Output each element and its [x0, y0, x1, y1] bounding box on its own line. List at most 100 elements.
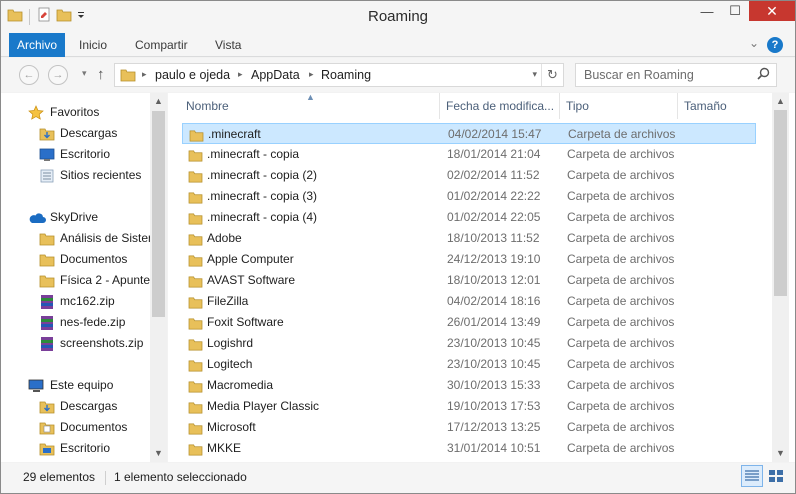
documents-folder-icon: [39, 421, 55, 435]
nav-item-mc162-zip[interactable]: mc162.zip: [1, 291, 151, 312]
nav-item-equipo-descargas[interactable]: Descargas: [1, 396, 151, 417]
tab-archivo[interactable]: Archivo: [9, 33, 65, 57]
expand-ribbon-chevron-icon[interactable]: ⌄: [749, 36, 759, 50]
file-row[interactable]: Foxit Software 26/01/2014 13:49 Carpeta de…: [182, 312, 756, 333]
scrollbar-thumb[interactable]: [774, 110, 787, 296]
help-icon[interactable]: ?: [767, 37, 783, 53]
tab-vista[interactable]: Vista: [215, 33, 241, 57]
ribbon-tabs: Archivo Inicio Compartir Vista ⌄ ?: [1, 33, 795, 57]
folder-icon: [189, 128, 204, 142]
column-header-type[interactable]: Tipo: [562, 93, 678, 119]
file-date: 18/01/2014 21:04: [447, 147, 541, 161]
details-view-icon: [745, 470, 759, 481]
file-date: 04/02/2014 15:47: [448, 127, 542, 141]
breadcrumb-appdata[interactable]: AppData: [251, 68, 300, 82]
breadcrumb-arrow-icon[interactable]: ▸: [309, 69, 314, 80]
nav-item-nes-fede-zip[interactable]: nes-fede.zip: [1, 312, 151, 333]
file-row[interactable]: .minecraft - copia (2) 02/02/2014 11:52 Ca…: [182, 165, 756, 186]
title-bar[interactable]: Roaming — ☐ ✕: [1, 1, 795, 33]
file-row[interactable]: AVAST Software 18/10/2013 12:01 Carpeta de…: [182, 270, 756, 291]
nav-item-descargas[interactable]: Descargas: [1, 123, 151, 144]
star-icon: [28, 105, 44, 120]
file-row[interactable]: Adobe 18/10/2013 11:52 Carpeta de archivos: [182, 228, 756, 249]
nav-item-skydrive[interactable]: SkyDrive: [1, 207, 151, 228]
nav-item-sitios-recientes[interactable]: Sitios recientes: [1, 165, 151, 186]
search-box[interactable]: Buscar en Roaming: [575, 63, 777, 87]
file-date: 23/10/2013 10:45: [447, 357, 541, 371]
zip-archive-icon: [39, 316, 55, 330]
search-input[interactable]: Buscar en Roaming: [584, 68, 694, 82]
nav-item-este-equipo[interactable]: Este equipo: [1, 375, 151, 396]
nav-item-documentos[interactable]: Documentos: [1, 249, 151, 270]
nav-item-equipo-escritorio[interactable]: Escritorio: [1, 438, 151, 459]
scroll-down-icon[interactable]: ▼: [772, 445, 789, 462]
maximize-button[interactable]: ☐: [721, 1, 749, 21]
file-name: .minecraft - copia (4): [207, 210, 318, 224]
breadcrumb-arrow-icon[interactable]: ▸: [142, 69, 147, 80]
large-icons-view-button[interactable]: [765, 465, 787, 487]
recent-locations-dropdown-icon[interactable]: ▾: [82, 68, 87, 79]
scroll-up-icon[interactable]: ▲: [772, 93, 789, 110]
tab-compartir[interactable]: Compartir: [135, 33, 188, 57]
column-header-name[interactable]: Nombre: [182, 93, 440, 119]
nav-item-fisica[interactable]: Física 2 - Apunte: [1, 270, 151, 291]
file-name: .minecraft: [208, 127, 261, 141]
minimize-button[interactable]: —: [693, 1, 721, 21]
file-row[interactable]: .minecraft 04/02/2014 15:47 Carpeta de arc…: [182, 123, 756, 144]
file-row[interactable]: Logitech 23/10/2013 10:45 Carpeta de archi…: [182, 354, 756, 375]
file-type: Carpeta de archivos: [567, 273, 675, 287]
breadcrumb-arrow-icon[interactable]: ▸: [238, 69, 243, 80]
address-history-dropdown-icon[interactable]: ▾: [532, 69, 537, 80]
nav-item-favoritos[interactable]: Favoritos: [1, 102, 151, 123]
file-date: 02/02/2014 11:52: [447, 168, 540, 182]
file-row[interactable]: Macromedia 30/10/2013 15:33 Carpeta de arc…: [182, 375, 756, 396]
file-row[interactable]: Logishrd 23/10/2013 10:45 Carpeta de archi…: [182, 333, 756, 354]
tab-inicio[interactable]: Inicio: [79, 33, 107, 57]
skydrive-cloud-icon: [28, 211, 46, 225]
file-list-scrollbar[interactable]: ▲ ▼: [772, 93, 789, 462]
file-row[interactable]: MKKE 31/01/2014 10:51 Carpeta de archivos: [182, 438, 756, 459]
nav-pane-scrollbar[interactable]: ▲ ▼: [150, 93, 167, 462]
scroll-up-icon[interactable]: ▲: [150, 93, 167, 110]
file-row[interactable]: .minecraft - copia 18/01/2014 21:04 Carpet…: [182, 144, 756, 165]
file-date: 31/01/2014 10:51: [447, 441, 541, 455]
refresh-icon[interactable]: ↻: [541, 64, 563, 86]
back-button[interactable]: ←: [19, 65, 39, 85]
file-name: Microsoft: [207, 420, 256, 434]
scroll-down-icon[interactable]: ▼: [150, 445, 167, 462]
search-icon[interactable]: [757, 67, 770, 83]
file-type: Carpeta de archivos: [567, 189, 675, 203]
column-header-size[interactable]: Tamaño: [680, 93, 762, 119]
file-name: Apple Computer: [207, 252, 294, 266]
file-row[interactable]: Microsoft 17/12/2013 13:25 Carpeta de arch…: [182, 417, 756, 438]
file-type: Carpeta de archivos: [567, 210, 675, 224]
details-view-button[interactable]: [741, 465, 763, 487]
file-date: 17/12/2013 13:25: [447, 420, 541, 434]
file-row[interactable]: Media Player Classic 19/10/2013 17:53 Carp…: [182, 396, 756, 417]
address-bar[interactable]: ▸ paulo e ojeda ▸ AppData ▸ Roaming ▾ ↻: [114, 63, 564, 87]
file-name: AVAST Software: [207, 273, 296, 287]
folder-icon: [188, 211, 203, 225]
scrollbar-thumb[interactable]: [152, 111, 165, 317]
file-row[interactable]: Apple Computer 24/12/2013 19:10 Carpeta de…: [182, 249, 756, 270]
nav-item-equipo-documentos[interactable]: Documentos: [1, 417, 151, 438]
forward-button[interactable]: →: [48, 65, 68, 85]
nav-item-analisis[interactable]: Análisis de Sisten: [1, 228, 151, 249]
folder-icon: [188, 169, 203, 183]
file-row[interactable]: .minecraft - copia (3) 01/02/2014 22:22 Ca…: [182, 186, 756, 207]
status-separator: [105, 471, 106, 485]
file-name: FileZilla: [207, 294, 249, 308]
file-row[interactable]: .minecraft - copia (4) 01/02/2014 22:05 Ca…: [182, 207, 756, 228]
computer-icon: [28, 379, 44, 393]
folder-icon: [188, 295, 203, 309]
nav-item-screenshots-zip[interactable]: screenshots.zip: [1, 333, 151, 354]
column-header-date[interactable]: Fecha de modifica...: [442, 93, 560, 119]
close-button[interactable]: ✕: [749, 1, 795, 21]
up-button[interactable]: ↑: [97, 66, 105, 83]
file-date: 01/02/2014 22:05: [447, 210, 541, 224]
file-row[interactable]: FileZilla 04/02/2014 18:16 Carpeta de arch…: [182, 291, 756, 312]
breadcrumb-paulo-e-ojeda[interactable]: paulo e ojeda: [155, 68, 230, 82]
explorer-window: Roaming — ☐ ✕ Archivo Inicio Compartir V…: [0, 0, 796, 494]
nav-item-escritorio[interactable]: Escritorio: [1, 144, 151, 165]
breadcrumb-roaming[interactable]: Roaming: [321, 68, 371, 82]
